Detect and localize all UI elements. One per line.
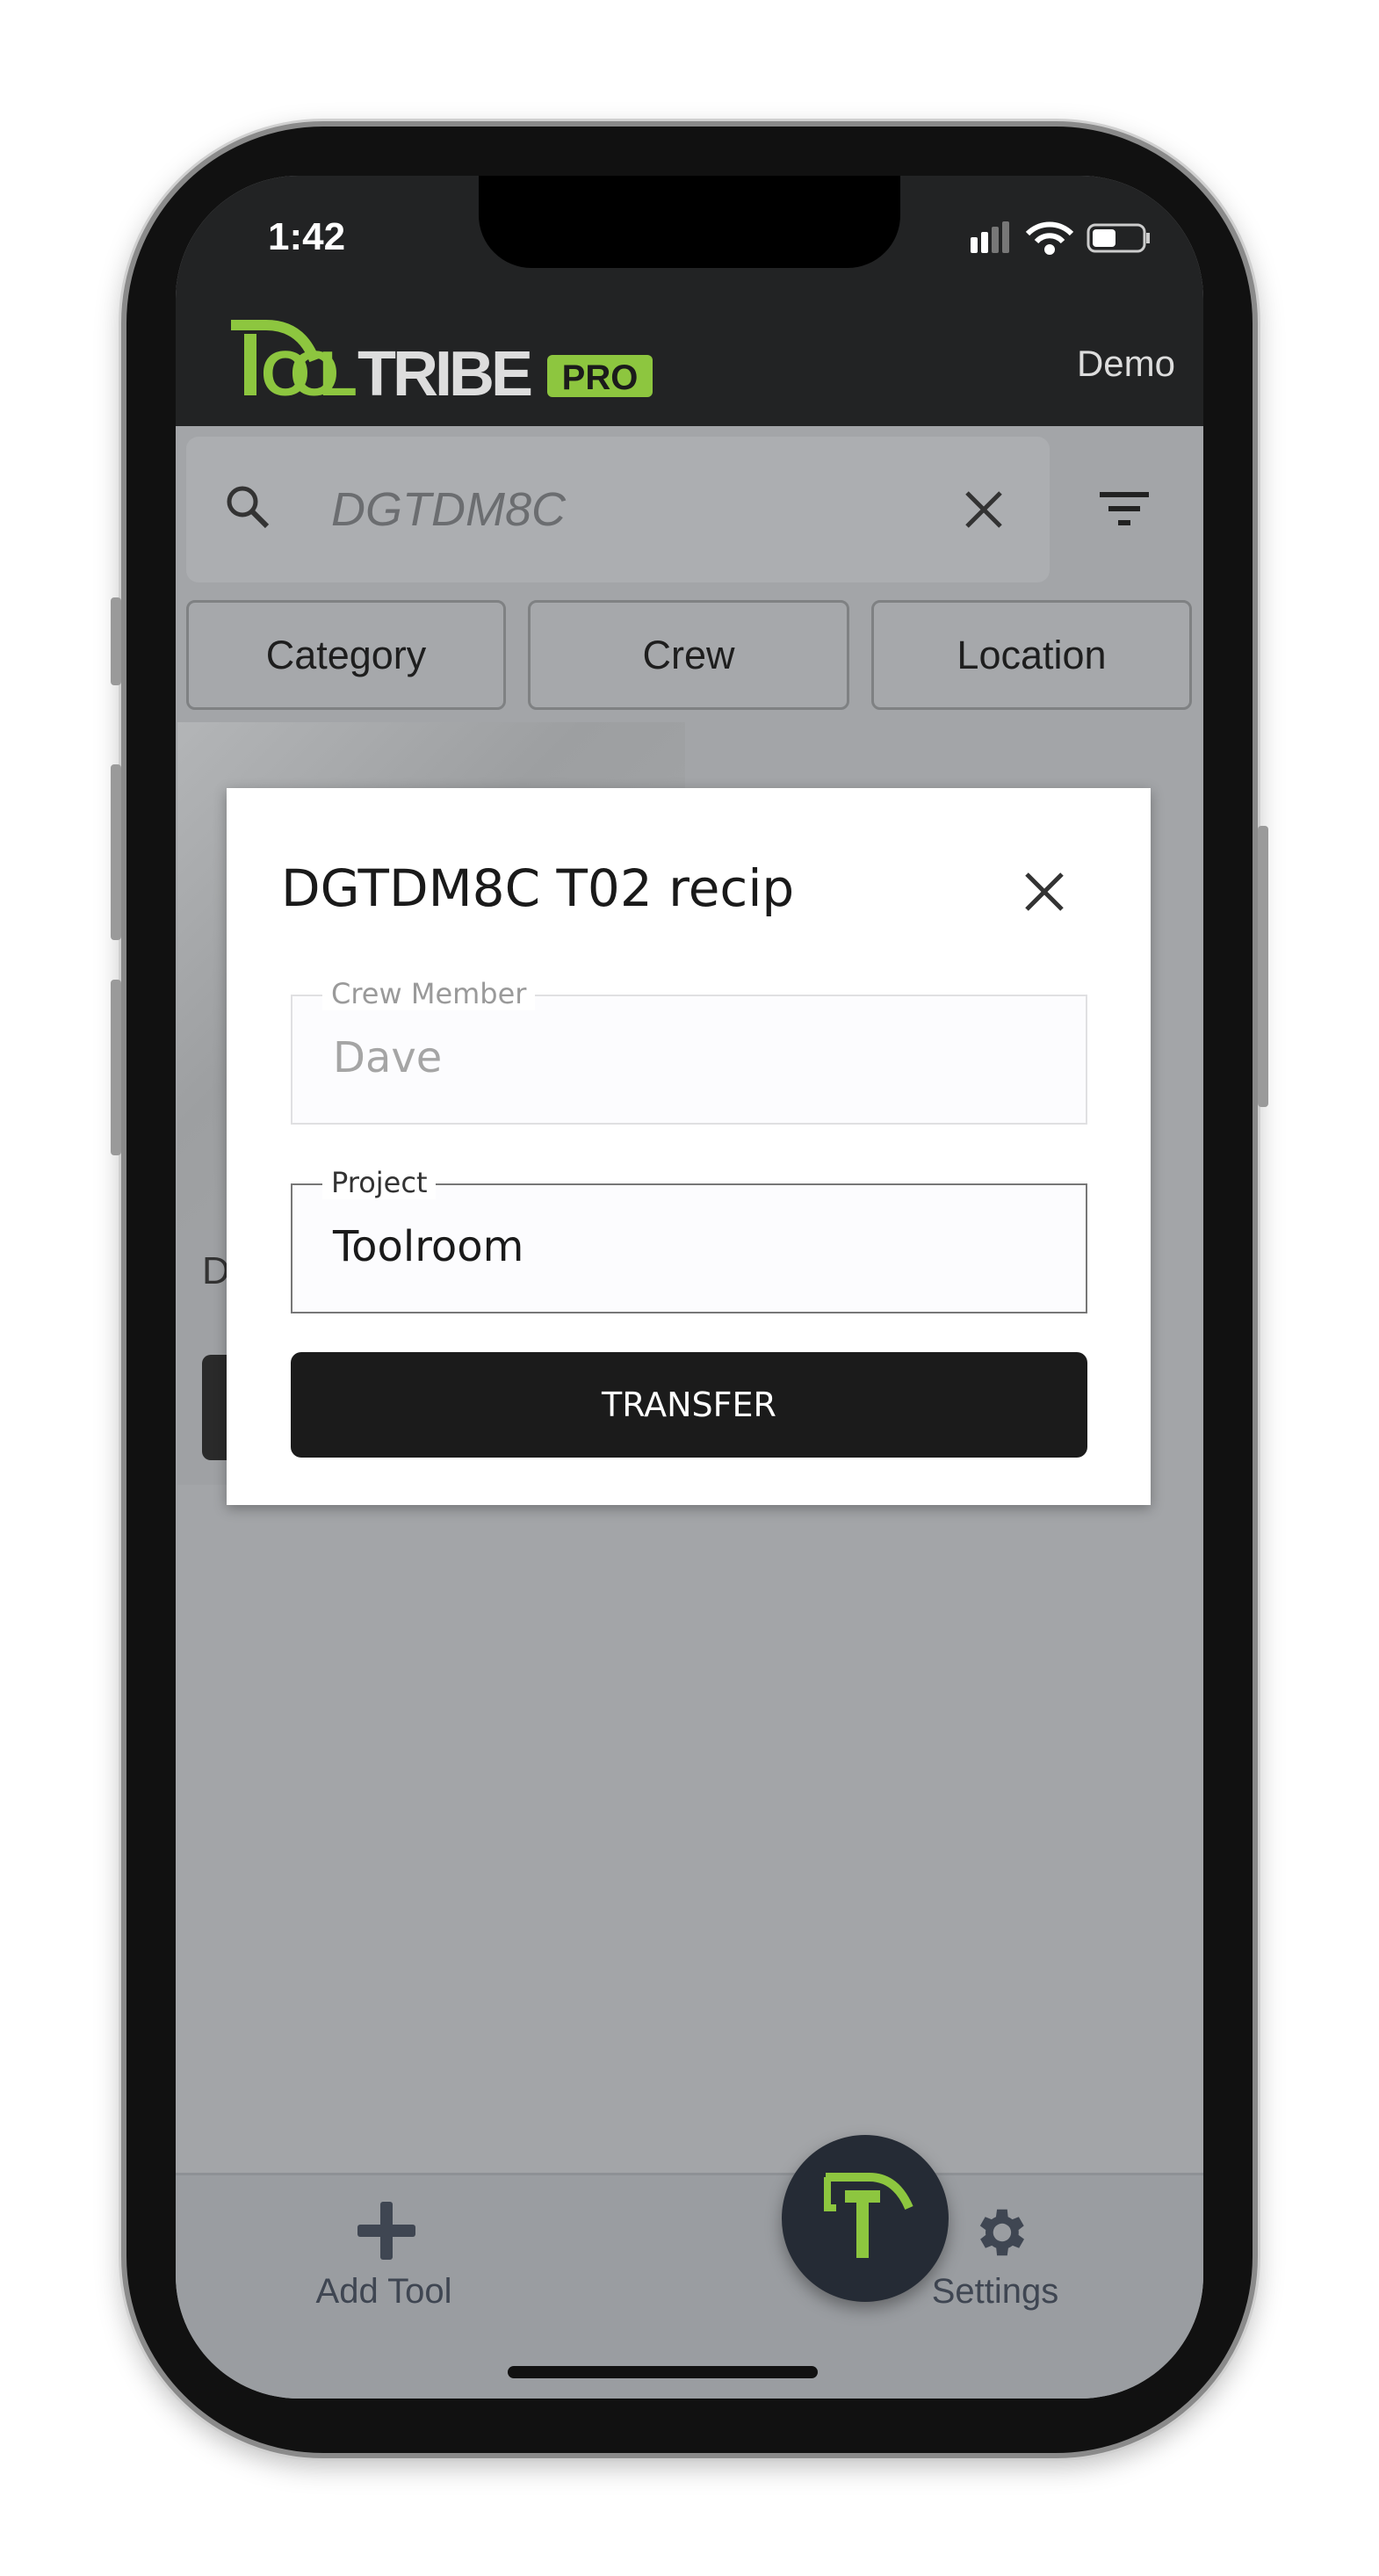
search-bar[interactable]: DGTDM8C: [186, 437, 1050, 582]
project-value[interactable]: Toolroom: [333, 1222, 523, 1271]
clear-search-icon[interactable]: [964, 489, 1004, 530]
notch: [479, 176, 900, 268]
svg-text:TRIBE: TRIBE: [357, 339, 533, 404]
bottom-nav: Add Tool Settings: [176, 2173, 1203, 2399]
crew-member-value: Dave: [333, 1033, 443, 1082]
transfer-dialog: DGTDM8C T02 recip Crew Member Dave Proje…: [227, 788, 1151, 1505]
power-button: [1258, 826, 1268, 1107]
account-name[interactable]: Demo: [1077, 343, 1175, 385]
filter-location-button[interactable]: Location: [871, 600, 1192, 710]
status-time: 1:42: [268, 215, 346, 258]
battery-icon: [1087, 223, 1150, 253]
add-tool-tab[interactable]: Add Tool: [278, 2184, 489, 2360]
transfer-button[interactable]: TRANSFER: [291, 1352, 1087, 1458]
add-tool-label: Add Tool: [315, 2272, 452, 2311]
tool-card-title: D: [202, 1249, 230, 1292]
project-label: Project: [322, 1166, 437, 1199]
filter-category-button[interactable]: Category: [186, 600, 506, 710]
search-input[interactable]: DGTDM8C: [331, 482, 566, 537]
volume-down-button: [111, 980, 121, 1155]
wifi-icon: [1025, 221, 1074, 255]
filter-icon[interactable]: [1100, 492, 1149, 527]
crew-member-label: Crew Member: [322, 977, 536, 1010]
plus-icon: [357, 2202, 415, 2260]
app-screen: 1:42 OOL TRIBE PRO Demo DGTDM8C Category…: [176, 176, 1203, 2399]
svg-text:PRO: PRO: [562, 358, 639, 397]
crew-member-field: Crew Member Dave: [291, 977, 1087, 1125]
volume-up-button: [111, 764, 121, 940]
home-indicator: [508, 2366, 818, 2378]
dialog-title: DGTDM8C T02 recip: [281, 858, 795, 918]
svg-text:OOL: OOL: [261, 339, 357, 404]
mute-switch: [111, 597, 121, 685]
project-field[interactable]: Project Toolroom: [291, 1166, 1087, 1313]
home-fab-button[interactable]: [782, 2135, 949, 2302]
tooltribe-logo: OOL TRIBE PRO: [231, 320, 653, 404]
filter-crew-button[interactable]: Crew: [528, 600, 849, 710]
search-icon: [227, 486, 270, 529]
tooltribe-t-icon: [824, 2173, 913, 2258]
close-icon[interactable]: [1024, 872, 1065, 912]
status-icons: [971, 221, 1150, 255]
gear-icon: [979, 2209, 1024, 2256]
cellular-signal-icon: [971, 221, 1009, 253]
